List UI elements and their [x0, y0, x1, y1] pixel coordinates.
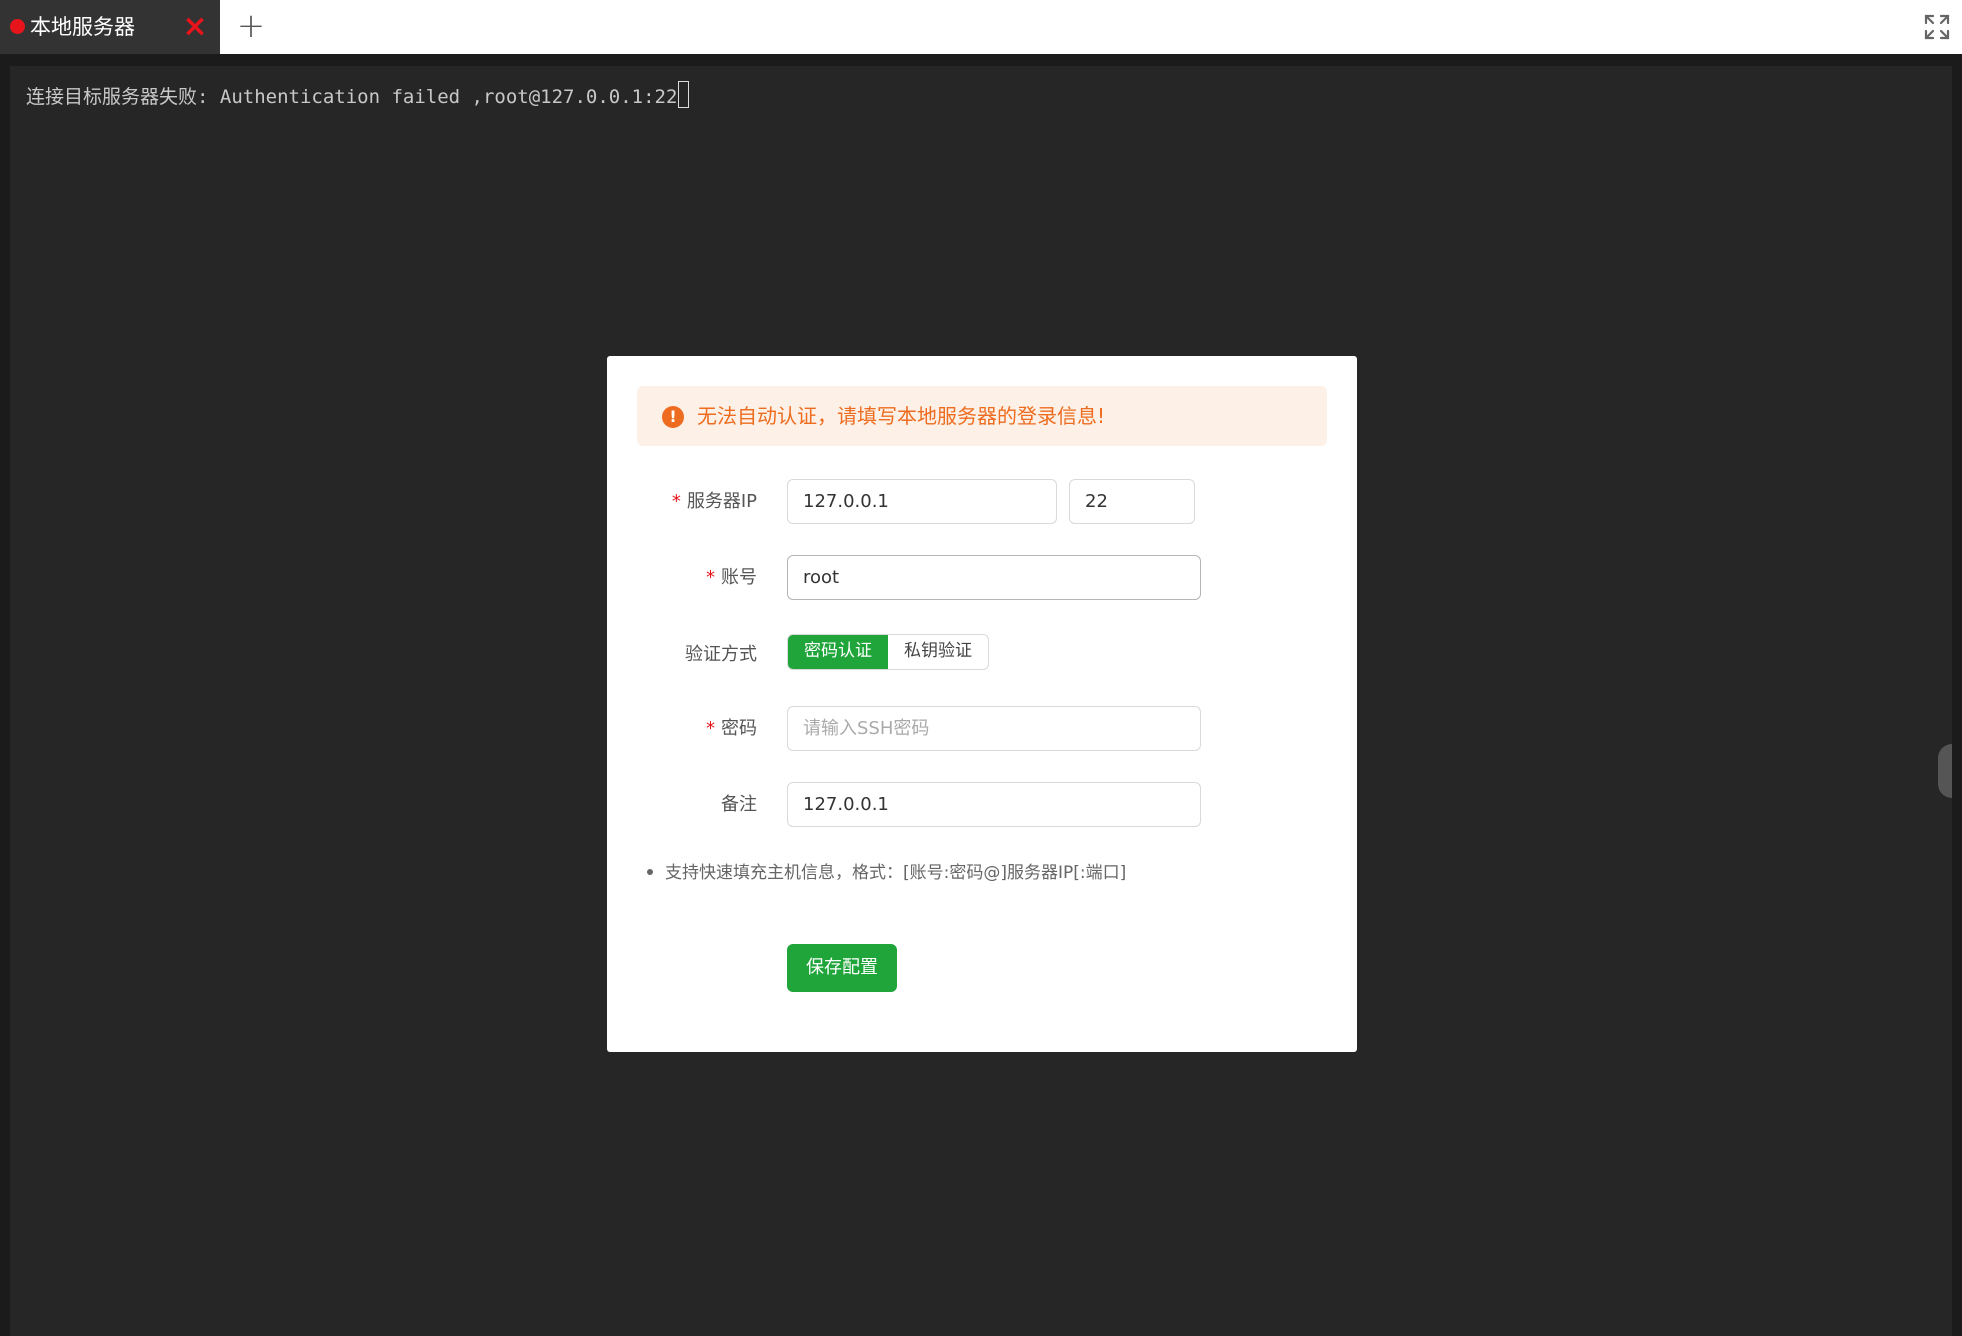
connection-status-dot [10, 19, 25, 34]
auth-method-label-text: 验证方式 [685, 644, 757, 665]
account-label-text: 账号 [721, 567, 757, 588]
account-input[interactable] [787, 555, 1201, 600]
remark-input[interactable] [787, 782, 1201, 827]
auth-method-label: 验证方式 [607, 640, 757, 666]
remark-label-text: 备注 [721, 794, 757, 815]
warning-icon: ! [662, 406, 684, 428]
password-label-text: 密码 [721, 718, 757, 739]
password-auth-option[interactable]: 密码认证 [788, 635, 888, 669]
tab-title: 本地服务器 [30, 15, 135, 39]
auth-method-switch: 密码认证 私钥验证 [787, 634, 989, 670]
required-mark: * [706, 718, 715, 739]
remark-label: 备注 [607, 790, 757, 816]
login-info-dialog: ! 无法自动认证，请填写本地服务器的登录信息! *服务器IP *账号 验证方式 … [607, 356, 1357, 1052]
side-panel-handle[interactable] [1938, 744, 1952, 798]
server-port-input[interactable] [1069, 479, 1195, 524]
alert-message: 无法自动认证，请填写本地服务器的登录信息! [697, 404, 1106, 428]
terminal-error-message: 连接目标服务器失败: Authentication failed ,root@1… [26, 86, 678, 108]
private-key-auth-option[interactable]: 私钥验证 [888, 635, 988, 669]
server-ip-label-text: 服务器IP [686, 491, 757, 512]
server-ip-input[interactable] [787, 479, 1057, 524]
quick-fill-hint-text: 支持快速填充主机信息，格式：[账号:密码@]服务器IP[:端口] [665, 863, 1127, 883]
add-tab-icon[interactable]: + [234, 9, 268, 44]
quick-fill-hint: 支持快速填充主机信息，格式：[账号:密码@]服务器IP[:端口] [647, 860, 1126, 886]
terminal-cursor [678, 81, 690, 108]
tab-local-server[interactable]: 本地服务器 × [0, 0, 220, 54]
required-mark: * [706, 567, 715, 588]
password-label: * 密码 [607, 714, 757, 740]
password-input[interactable] [787, 706, 1201, 751]
account-label: * 账号 [607, 563, 757, 589]
save-config-button[interactable]: 保存配置 [787, 944, 897, 992]
required-mark: * [671, 491, 681, 512]
auth-warning-alert: ! 无法自动认证，请填写本地服务器的登录信息! [637, 386, 1327, 446]
close-tab-icon[interactable]: × [182, 12, 208, 42]
server-ip-label: * 服务器IP [607, 487, 757, 513]
bullet-dot [647, 869, 653, 875]
fullscreen-icon[interactable] [1924, 14, 1950, 40]
terminal-output-line: 连接目标服务器失败: Authentication failed ,root@1… [26, 81, 690, 112]
tab-bar: 本地服务器 × + [0, 0, 1962, 54]
